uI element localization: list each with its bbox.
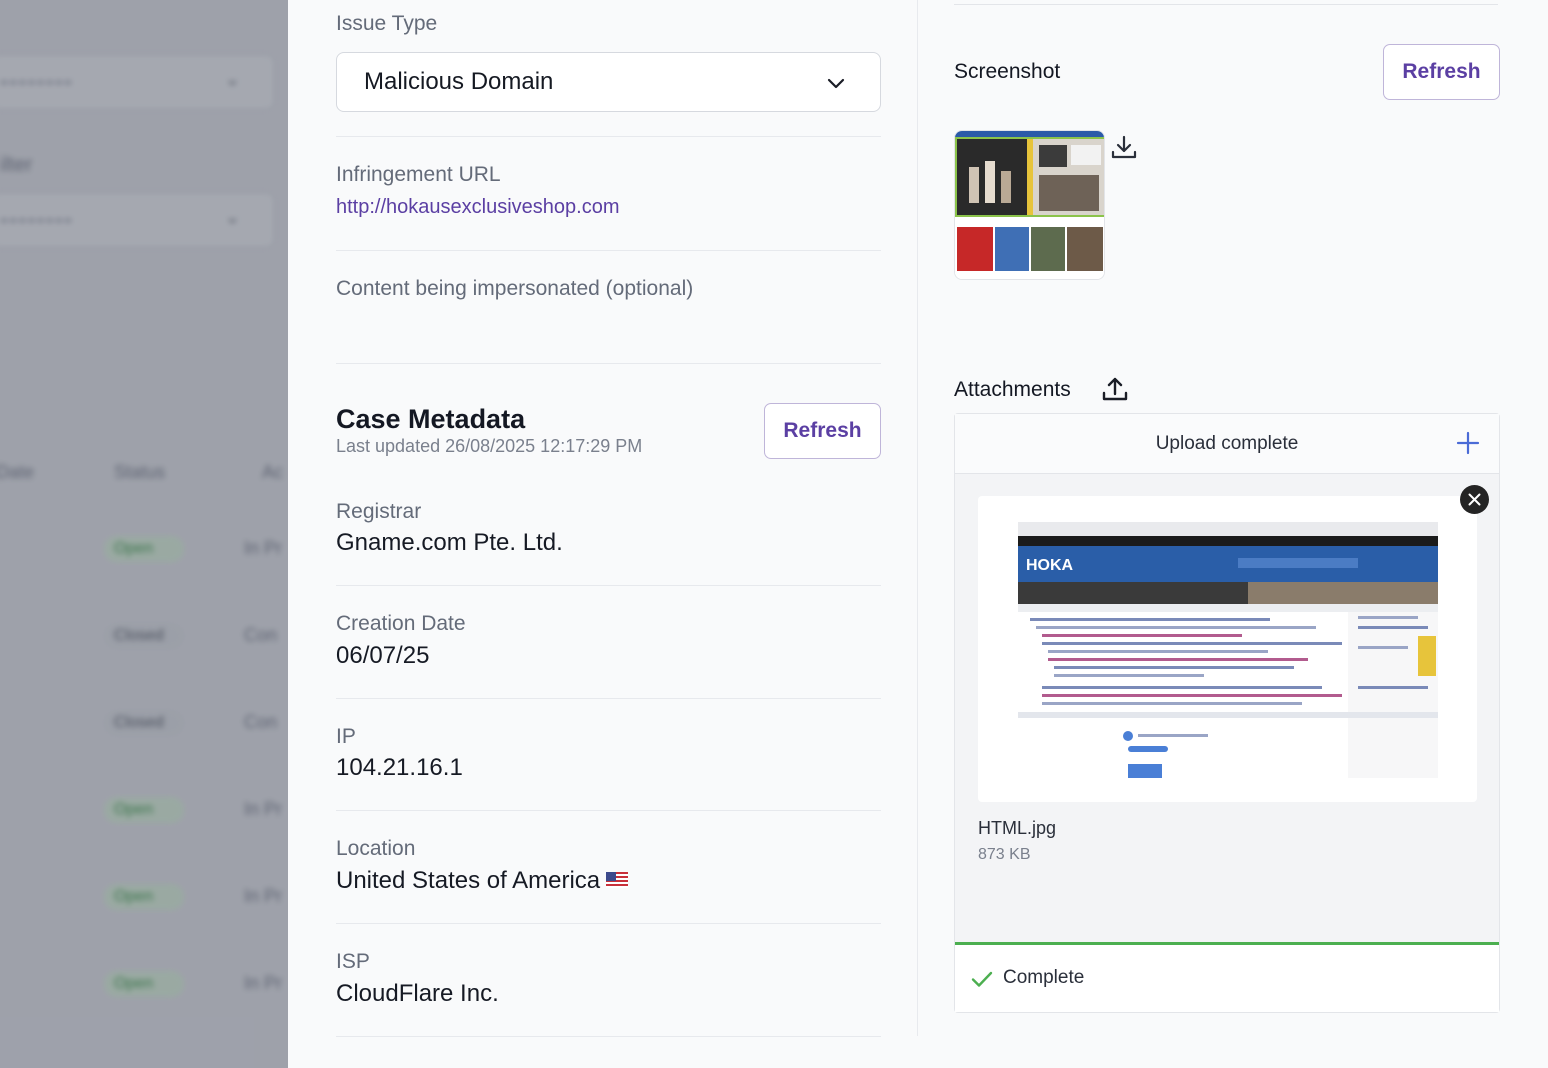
upload-complete-row: Complete [955,945,1499,1012]
screenshot-thumbnail-image [955,131,1104,279]
remove-attachment-button[interactable] [1460,485,1489,514]
add-attachment-icon[interactable] [1455,430,1481,456]
metadata-refresh-button[interactable]: Refresh [764,403,881,459]
attachment-header: Upload complete [955,414,1499,474]
creation-date-value: 06/07/25 [336,642,430,669]
infringement-url-link[interactable]: http://hokausexclusiveshop.com [336,196,620,219]
registrar-label: Registrar [336,500,422,523]
location-label: Location [336,837,416,860]
upload-icon[interactable] [1100,374,1130,404]
divider [336,810,881,811]
chevron-down-icon [827,78,845,89]
isp-value: CloudFlare Inc. [336,980,499,1007]
background-page: ⌄ ilter ⌄ Date Status Ac Open In Pr Clos… [0,0,288,1068]
issue-type-label: Issue Type [336,12,438,35]
attachments-title: Attachments [954,378,1071,401]
divider [336,698,881,699]
modal-overlay[interactable] [0,0,288,1068]
download-icon[interactable] [1109,133,1139,163]
last-updated-text: Last updated 26/08/2025 12:17:29 PM [336,436,643,456]
attachment-card: Upload complete HOKA HTML.jpg 873 KB Com… [954,413,1500,1013]
divider [336,585,881,586]
ip-value: 104.21.16.1 [336,754,463,781]
issue-type-select[interactable]: Malicious Domain [336,52,881,112]
attachment-file-name: HTML.jpg [978,818,1057,838]
attachment-body: HOKA HTML.jpg 873 KB [955,474,1499,944]
content-impersonated-label: Content being impersonated (optional) [336,277,694,300]
close-icon [1468,493,1481,506]
us-flag-icon [606,871,629,888]
upload-complete-text: Complete [1003,967,1085,988]
location-row: United States of America [336,867,629,895]
divider [336,250,881,251]
divider [336,923,881,924]
attachment-file-size: 873 KB [978,846,1031,863]
screenshot-refresh-button[interactable]: Refresh [1383,44,1500,100]
divider [336,136,881,137]
checkmark-icon [971,971,993,987]
screenshot-title: Screenshot [954,60,1061,83]
issue-type-value: Malicious Domain [364,68,554,95]
upload-status-text: Upload complete [1155,433,1299,454]
divider [336,1036,881,1037]
infringement-url-label: Infringement URL [336,163,501,186]
creation-date-label: Creation Date [336,612,466,635]
ip-label: IP [336,725,356,748]
divider [954,4,1498,5]
registrar-value: Gname.com Pte. Ltd. [336,529,563,556]
column-divider [917,0,918,1036]
attachment-preview[interactable]: HOKA [978,496,1477,802]
case-metadata-title: Case Metadata [336,404,526,434]
divider [336,363,881,364]
screenshot-thumbnail[interactable] [954,130,1105,280]
attachment-preview-image: HOKA [1018,522,1438,778]
svg-text:HOKA: HOKA [1026,557,1074,574]
location-value: United States of America [336,867,601,894]
isp-label: ISP [336,950,370,973]
